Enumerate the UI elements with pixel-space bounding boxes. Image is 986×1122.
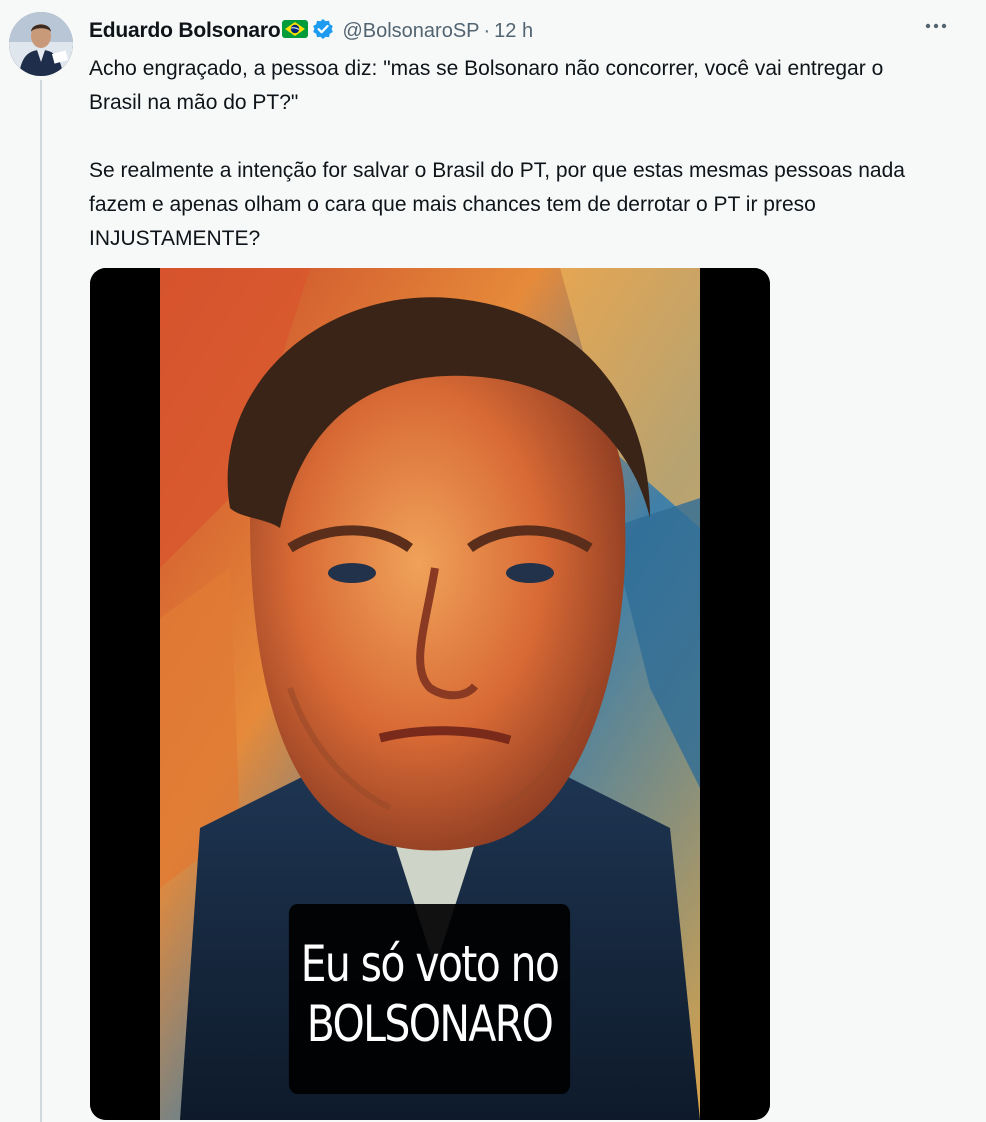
tweet-text: Acho engraçado, a pessoa diz: "mas se Bo… bbox=[89, 52, 929, 256]
dot-separator: · bbox=[483, 19, 491, 42]
tweet-header: Eduardo Bolsonaro @BolsonaroSP · 12 h bbox=[89, 15, 533, 47]
tweet-image[interactable]: Eu só voto no BOLSONARO bbox=[90, 268, 770, 1120]
caption-line: BOLSONARO bbox=[306, 995, 554, 1053]
handle[interactable]: @BolsonaroSP bbox=[342, 20, 479, 43]
image-caption: Eu só voto no BOLSONARO bbox=[288, 904, 571, 1094]
avatar[interactable] bbox=[9, 12, 73, 76]
thread-line bbox=[40, 80, 42, 1122]
timestamp[interactable]: 12 h bbox=[494, 20, 533, 43]
more-options-icon[interactable] bbox=[920, 14, 952, 38]
tweet-paragraph: Se realmente a intenção for salvar o Bra… bbox=[89, 159, 905, 250]
brazil-flag-icon bbox=[282, 19, 309, 44]
caption-line: Eu só voto no bbox=[300, 935, 560, 993]
tweet[interactable]: Eduardo Bolsonaro @BolsonaroSP · 12 h Ac… bbox=[0, 0, 986, 1122]
tweet-paragraph: Acho engraçado, a pessoa diz: "mas se Bo… bbox=[89, 57, 884, 114]
verified-badge-icon[interactable] bbox=[312, 18, 334, 45]
display-name[interactable]: Eduardo Bolsonaro bbox=[89, 19, 281, 43]
